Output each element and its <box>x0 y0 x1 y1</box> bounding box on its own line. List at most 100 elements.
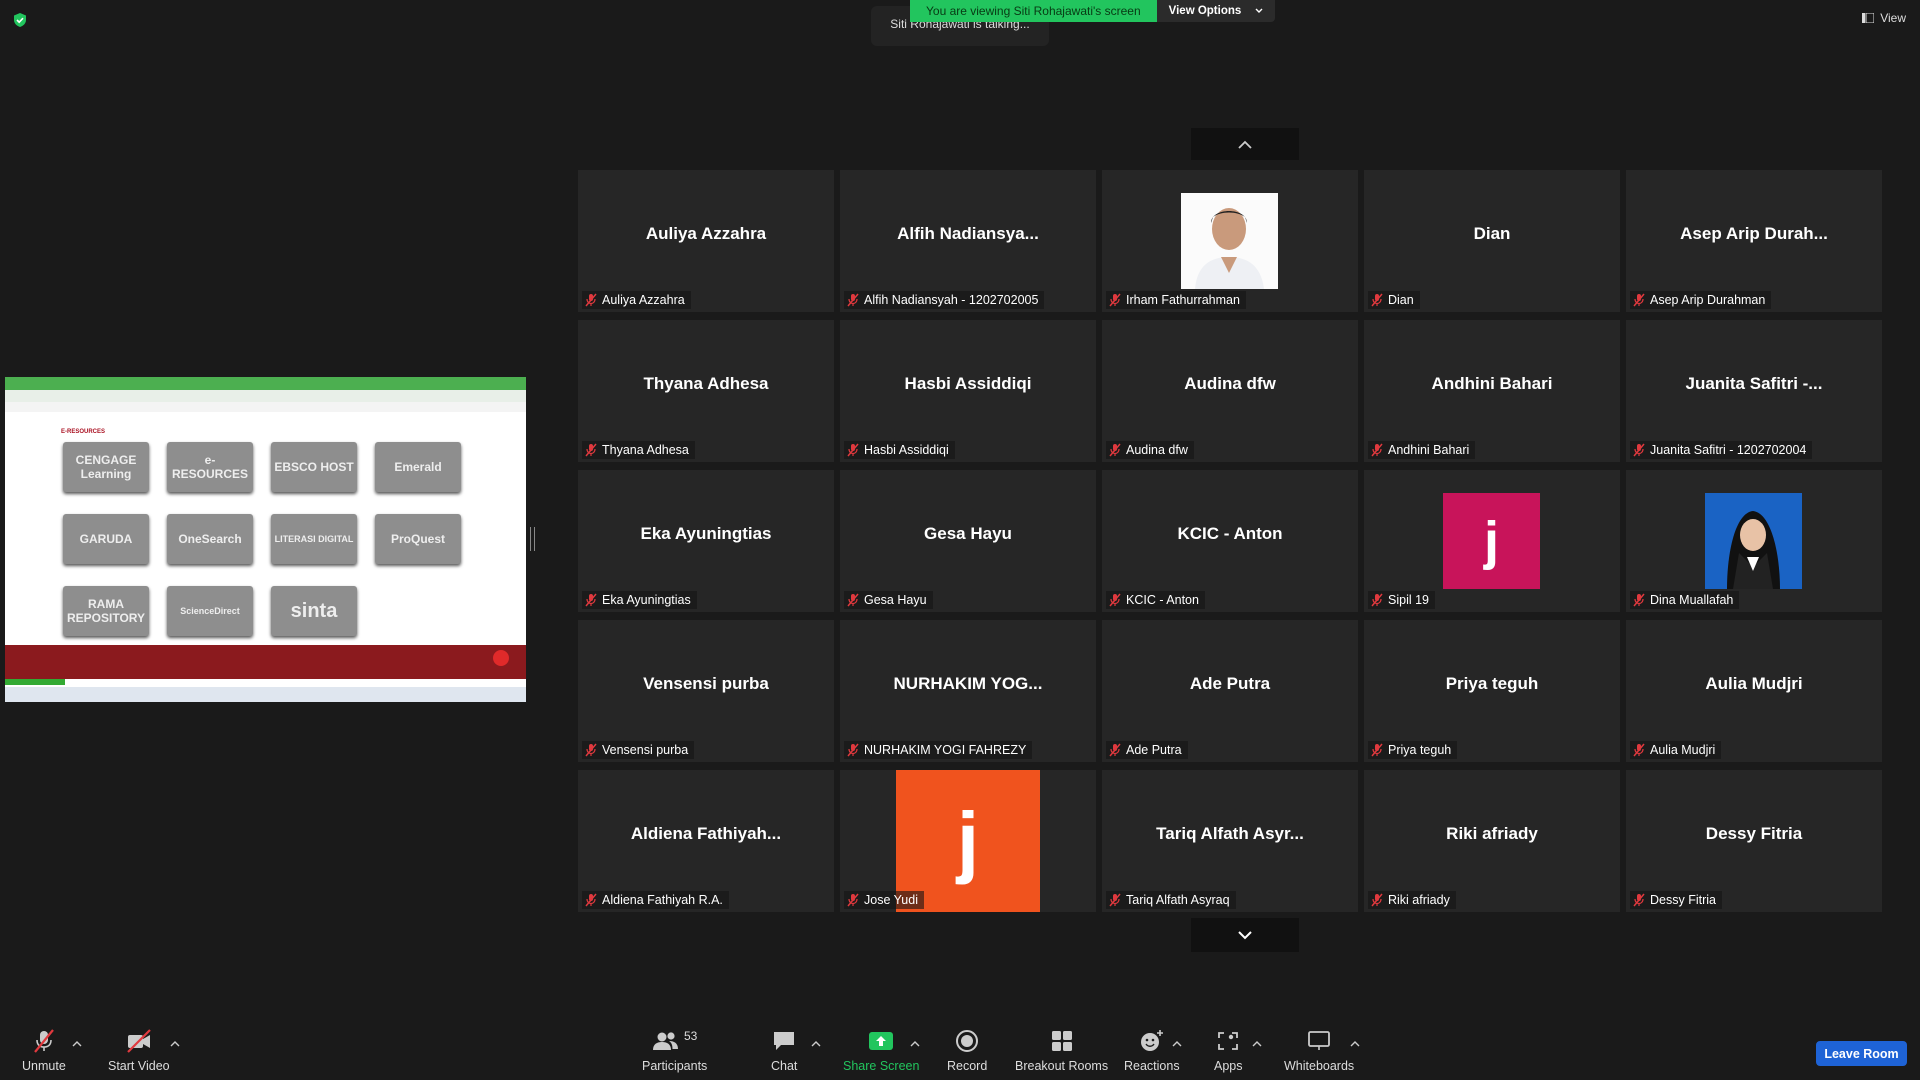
participant-name-label: Ade Putra <box>1106 741 1188 759</box>
microphone-muted-icon <box>1371 293 1383 307</box>
whiteboards-button[interactable]: Whiteboards <box>1284 1028 1354 1073</box>
participant-tile[interactable]: Andhini Bahari Andhini Bahari <box>1364 320 1620 462</box>
participant-name-label: Aulia Mudjri <box>1630 741 1722 759</box>
participant-name-text: Tariq Alfath Asyraq <box>1126 893 1230 907</box>
unmute-button[interactable]: Unmute <box>22 1028 66 1073</box>
participant-name-text: Vensensi purba <box>602 743 689 757</box>
participant-name-text: NURHAKIM YOGI FAHREZY <box>864 743 1027 757</box>
participant-tile[interactable]: Thyana Adhesa Thyana Adhesa <box>578 320 834 462</box>
chat-widget-icon <box>493 650 509 666</box>
participant-tile[interactable]: Dessy Fitria Dessy Fitria <box>1626 770 1882 912</box>
participant-tile[interactable]: Aldiena Fathiyah... Aldiena Fathiyah R.A. <box>578 770 834 912</box>
participant-display-name: Aldiena Fathiyah... <box>630 824 782 843</box>
participant-name-text: Eka Ayuningtias <box>602 593 691 607</box>
breakout-rooms-button[interactable]: Breakout Rooms <box>1015 1028 1108 1073</box>
apps-button[interactable]: Apps <box>1214 1028 1243 1073</box>
shared-screen[interactable]: E-RESOURCES CENGAGE Learning e-RESOURCES… <box>5 377 526 702</box>
participant-tile[interactable]: Auliya Azzahra Auliya Azzahra <box>578 170 834 312</box>
participant-name-label: Hasbi Assiddiqi <box>844 441 955 459</box>
participant-tile[interactable]: Dian Dian <box>1364 170 1620 312</box>
participant-tile[interactable]: Audina dfw Audina dfw <box>1102 320 1358 462</box>
participant-tile[interactable]: Irham Fathurrahman <box>1102 170 1358 312</box>
participant-display-name: Juanita Safitri -... <box>1685 374 1823 393</box>
participant-name-text: Riki afriady <box>1388 893 1450 907</box>
chat-label: Chat <box>771 1059 798 1073</box>
participant-tile[interactable]: Priya teguh Priya teguh <box>1364 620 1620 762</box>
participant-name-text: Ade Putra <box>1126 743 1182 757</box>
participant-tile[interactable]: Asep Arip Durah... Asep Arip Durahman <box>1626 170 1882 312</box>
viewing-screen-text: You are viewing Siti Rohajawati's screen <box>910 0 1157 22</box>
microphone-muted-icon <box>1371 443 1383 457</box>
participant-name-label: Dina Muallafah <box>1630 591 1740 609</box>
participant-name-label: NURHAKIM YOGI FAHREZY <box>844 741 1033 759</box>
emerald-logo: Emerald <box>375 442 461 492</box>
sinta-logo: sinta <box>271 586 357 636</box>
participant-tile[interactable]: j Sipil 19 <box>1364 470 1620 612</box>
gallery-next-page-button[interactable] <box>1191 918 1299 952</box>
microphone-muted-icon <box>1633 593 1645 607</box>
participant-name-label: Sipil 19 <box>1368 591 1435 609</box>
chat-options-caret-icon[interactable] <box>811 1040 821 1048</box>
participant-tile[interactable]: Vensensi purba Vensensi purba <box>578 620 834 762</box>
rama-logo: RAMA REPOSITORY <box>63 586 149 636</box>
browser-bookmarks-bar <box>5 402 526 412</box>
participant-name-label: Eka Ayuningtias <box>582 591 697 609</box>
participant-display-name: Thyana Adhesa <box>643 374 769 393</box>
leave-room-button[interactable]: Leave Room <box>1816 1041 1907 1066</box>
apps-caret-icon[interactable] <box>1252 1040 1262 1048</box>
view-options-button[interactable]: View Options <box>1156 0 1276 22</box>
participant-tile[interactable]: Riki afriady Riki afriady <box>1364 770 1620 912</box>
participant-tile[interactable]: Eka Ayuningtias Eka Ayuningtias <box>578 470 834 612</box>
security-shield-icon[interactable] <box>12 12 28 28</box>
participant-tile[interactable]: Aulia Mudjri Aulia Mudjri <box>1626 620 1882 762</box>
participant-name-text: Dessy Fitria <box>1650 893 1716 907</box>
record-button[interactable]: Record <box>947 1028 987 1073</box>
participant-tile[interactable]: Tariq Alfath Asyr... Tariq Alfath Asyraq <box>1102 770 1358 912</box>
reactions-button[interactable]: Reactions <box>1124 1028 1180 1073</box>
participant-display-name: Eka Ayuningtias <box>640 524 772 543</box>
panel-resize-handle[interactable] <box>530 527 535 551</box>
participant-name-text: Dina Muallafah <box>1650 593 1734 607</box>
reactions-label: Reactions <box>1124 1059 1180 1073</box>
view-button[interactable]: View <box>1862 11 1906 25</box>
participant-name-text: Sipil 19 <box>1388 593 1429 607</box>
participant-tile[interactable]: Hasbi Assiddiqi Hasbi Assiddiqi <box>840 320 1096 462</box>
participant-tile[interactable]: Gesa Hayu Gesa Hayu <box>840 470 1096 612</box>
participant-display-name: Tariq Alfath Asyr... <box>1156 824 1304 843</box>
microphone-muted-icon <box>847 593 859 607</box>
share-screen-button[interactable]: Share Screen <box>843 1028 919 1073</box>
video-options-caret-icon[interactable] <box>170 1040 180 1048</box>
reactions-caret-icon[interactable] <box>1172 1040 1182 1048</box>
participant-name-text: Irham Fathurrahman <box>1126 293 1240 307</box>
participant-display-name: Hasbi Assiddiqi <box>904 374 1032 393</box>
e-resources-heading: E-RESOURCES <box>61 429 106 435</box>
e-resources-logo: e-RESOURCES <box>167 442 253 492</box>
participant-tile[interactable]: Alfih Nadiansya... Alfih Nadiansyah - 120… <box>840 170 1096 312</box>
participant-name-label: Tariq Alfath Asyraq <box>1106 891 1236 909</box>
participant-tile[interactable]: j Jose Yudi <box>840 770 1096 912</box>
participants-button[interactable]: 53 Participants <box>642 1028 707 1073</box>
chat-button[interactable]: Chat <box>771 1028 797 1073</box>
microphone-muted-icon <box>1371 593 1383 607</box>
microphone-muted-icon <box>1371 893 1383 907</box>
participant-name-text: Gesa Hayu <box>864 593 927 607</box>
participant-name-label: Alfih Nadiansyah - 1202702005 <box>844 291 1045 309</box>
participant-name-text: Dian <box>1388 293 1414 307</box>
audio-options-caret-icon[interactable] <box>72 1040 82 1048</box>
participant-avatar: j <box>1443 493 1540 589</box>
start-video-button[interactable]: Start Video <box>108 1028 170 1073</box>
gallery-prev-page-button[interactable] <box>1191 128 1299 160</box>
participant-tile[interactable]: NURHAKIM YOG... NURHAKIM YOGI FAHREZY <box>840 620 1096 762</box>
microphone-muted-icon <box>847 893 859 907</box>
participant-name-text: KCIC - Anton <box>1126 593 1199 607</box>
participant-tile[interactable]: Ade Putra Ade Putra <box>1102 620 1358 762</box>
participant-tile[interactable]: Juanita Safitri -... Juanita Safitri - 12… <box>1626 320 1882 462</box>
participant-tile[interactable]: KCIC - Anton KCIC - Anton <box>1102 470 1358 612</box>
whiteboards-caret-icon[interactable] <box>1350 1040 1360 1048</box>
participant-tile[interactable]: Dina Muallafah <box>1626 470 1882 612</box>
participant-display-name: Dian <box>1473 224 1511 243</box>
video-camera-off-icon <box>127 1029 151 1053</box>
share-options-caret-icon[interactable] <box>910 1040 920 1048</box>
record-icon <box>956 1030 979 1052</box>
participant-name-label: Asep Arip Durahman <box>1630 291 1772 309</box>
